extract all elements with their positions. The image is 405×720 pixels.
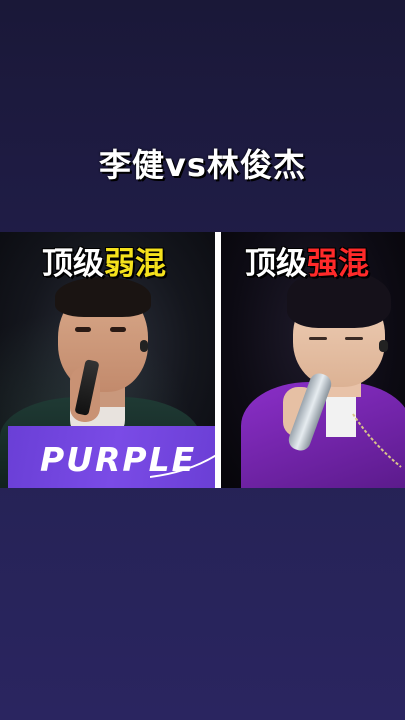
eye-left <box>309 337 327 340</box>
right-tag-label: 强混 <box>307 246 369 282</box>
left-tag-prefix: 顶级 <box>42 246 104 282</box>
earpiece-icon <box>140 340 148 352</box>
eye-left <box>75 327 91 332</box>
right-singer-panel: 顶级强混 <box>221 232 405 488</box>
right-tag-prefix: 顶级 <box>245 246 307 282</box>
right-tag: 顶级强混 <box>245 238 369 283</box>
singer-hair <box>55 277 151 317</box>
left-tag-label: 弱混 <box>104 246 166 282</box>
video-title: 李健vs林俊杰 <box>99 146 306 184</box>
eye-right <box>345 337 363 340</box>
eye-right <box>110 327 126 332</box>
purple-banner-text: PURPLE <box>40 440 197 479</box>
chain-decoration <box>352 413 402 468</box>
left-tag: 顶级弱混 <box>42 238 166 283</box>
left-singer-panel: 顶级弱混 PURPLE <box>0 232 215 488</box>
earpiece-icon <box>379 340 388 352</box>
